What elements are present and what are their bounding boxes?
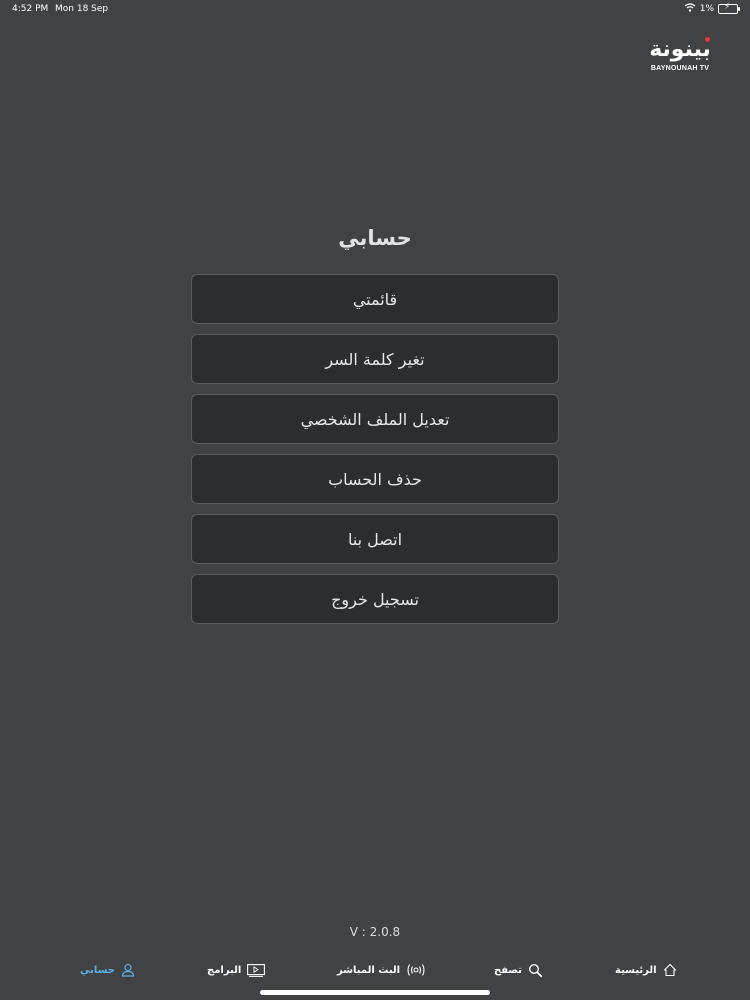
status-bar: 4:52 PM Mon 18 Sep 1% ⚡ xyxy=(0,0,750,18)
app-version: V : 2.0.8 xyxy=(349,925,401,939)
nav-label-programs: البرامج xyxy=(207,964,242,976)
home-icon xyxy=(662,962,678,978)
nav-item-home[interactable]: الرئيسية xyxy=(615,962,678,978)
page-title: حسابي xyxy=(338,226,412,250)
status-date: Mon 18 Sep xyxy=(55,4,109,14)
logo-dot xyxy=(705,37,710,42)
logo-english: BAYNOUNAH TV xyxy=(650,65,710,72)
nav-label-home: الرئيسية xyxy=(615,964,657,976)
nav-label-browse: تصفح xyxy=(494,964,523,976)
status-right: 1% ⚡ xyxy=(684,2,740,15)
status-time: 4:52 PM xyxy=(12,4,49,14)
my-list-button[interactable]: قائمتي xyxy=(191,274,559,324)
nav-label-live: البث المباشر xyxy=(337,964,401,976)
battery-icon: ⚡ xyxy=(718,2,740,14)
nav-item-live[interactable]: البث المباشر xyxy=(337,962,427,978)
nav-item-programs[interactable]: البرامج xyxy=(207,962,266,978)
home-indicator[interactable] xyxy=(260,990,490,995)
wifi-icon xyxy=(684,3,696,15)
nav-label-account: حسابي xyxy=(80,964,116,976)
account-menu: قائمتي تغير كلمة السر تعديل الملف الشخصي… xyxy=(191,274,559,634)
broadcast-icon xyxy=(405,962,427,978)
bottom-nav: حسابي البرامج البث المباشر تصفح الرئيسية xyxy=(0,958,750,984)
delete-account-button[interactable]: حذف الحساب xyxy=(191,454,559,504)
battery-percent: 1% xyxy=(699,4,714,14)
baynounah-logo: بينونة BAYNOUNAH TV xyxy=(648,37,712,72)
logout-button[interactable]: تسجيل خروج xyxy=(191,574,559,624)
search-icon xyxy=(527,962,543,978)
edit-profile-button[interactable]: تعديل الملف الشخصي xyxy=(191,394,559,444)
user-icon xyxy=(120,962,136,978)
nav-item-account[interactable]: حسابي xyxy=(80,962,136,978)
change-password-button[interactable]: تغير كلمة السر xyxy=(191,334,559,384)
nav-item-browse[interactable]: تصفح xyxy=(494,962,543,978)
logo-arabic: بينونة xyxy=(649,37,711,62)
contact-us-button[interactable]: اتصل بنا xyxy=(191,514,559,564)
tv-icon xyxy=(246,962,266,978)
